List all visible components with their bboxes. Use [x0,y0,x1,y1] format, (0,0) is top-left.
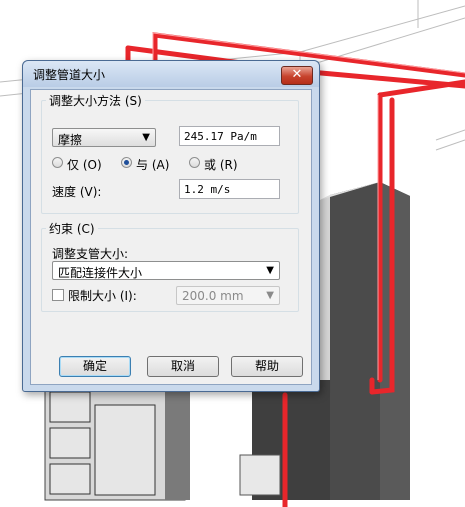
branch-label: 调整支管大小: [52,247,129,261]
radio-only-label: 仅 (O) [67,158,102,172]
branch-select-value: 匹配连接件大小 [58,266,143,280]
chevron-down-icon: ▼ [142,132,150,143]
limit-size-label: 限制大小 (I): [68,289,137,303]
method-select[interactable]: 摩擦 ▼ [52,128,156,147]
dialog-titlebar[interactable]: 调整管道大小 ✕ [23,61,319,87]
radio-or-label: 或 (R) [204,158,238,172]
constraint-group: 约束 (C) 调整支管大小: 匹配连接件大小 ▼ 限制大小 (I): 200.0… [41,220,299,312]
ok-button[interactable]: 确定 [59,356,131,377]
method-select-value: 摩擦 [58,133,83,147]
radio-only-dot [52,157,63,168]
close-icon[interactable]: ✕ [281,66,313,85]
cancel-button[interactable]: 取消 [147,356,219,377]
speed-value-field[interactable]: 1.2 m/s [179,179,280,199]
radio-and-label: 与 (A) [136,158,170,172]
resize-pipe-dialog: 调整管道大小 ✕ 调整大小方法 (S) 摩擦 ▼ 245.17 Pa/m 仅 (… [22,60,320,392]
dialog-title: 调整管道大小 [33,68,106,82]
chevron-down-icon: ▼ [266,290,274,301]
chevron-down-icon: ▼ [266,265,274,276]
method-group: 调整大小方法 (S) 摩擦 ▼ 245.17 Pa/m 仅 (O) 与 (A) … [41,92,299,214]
radio-and-dot [121,157,132,168]
limit-size-select[interactable]: 200.0 mm ▼ [176,286,280,305]
method-value-field[interactable]: 245.17 Pa/m [179,126,280,146]
limit-size-checkbox[interactable] [52,289,64,301]
help-button[interactable]: 帮助 [231,356,303,377]
constraint-group-label: 约束 (C) [46,220,98,237]
branch-select[interactable]: 匹配连接件大小 ▼ [52,261,280,280]
dialog-body: 调整大小方法 (S) 摩擦 ▼ 245.17 Pa/m 仅 (O) 与 (A) … [30,89,312,385]
method-group-label: 调整大小方法 (S) [46,92,145,109]
radio-or-dot [189,157,200,168]
speed-label: 速度 (V): [52,185,102,199]
limit-size-value: 200.0 mm [182,289,244,303]
